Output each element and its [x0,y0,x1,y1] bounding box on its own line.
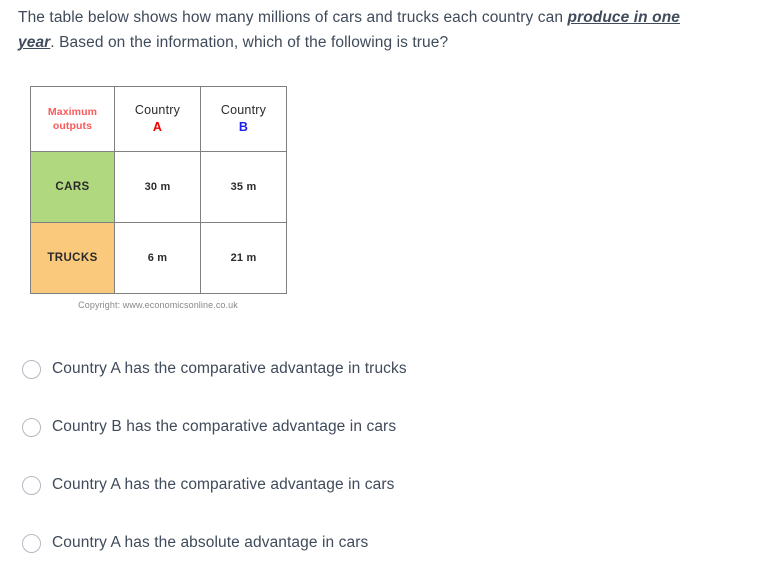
question-text-after: . Based on the information, which of the… [50,34,449,51]
column-header-country-a-letter: A [152,120,163,134]
maximum-outputs-table: Maximum outputs Country A Country B CARS… [30,86,287,294]
answer-option-4[interactable]: Country A has the absolute advantage in … [22,514,742,572]
cars-country-b-value: 35 m [200,151,287,223]
column-header-country-b: Country B [200,86,287,152]
table-row-cars: CARS 30 m 35 m [30,151,287,223]
answer-option-label-4[interactable]: Country A has the absolute advantage in … [52,533,368,553]
table-corner-label: Maximum outputs [30,86,115,152]
corner-label-line-2: outputs [52,120,93,132]
answer-option-3[interactable]: Country A has the comparative advantage … [22,456,742,514]
trucks-country-b-value: 21 m [200,222,287,294]
figure-copyright: Copyright: www.economicsonline.co.uk [78,300,238,310]
row-label-cars: CARS [30,151,115,223]
answer-option-1[interactable]: Country A has the comparative advantage … [22,340,742,398]
radio-button-icon-1[interactable] [22,359,41,379]
trucks-country-a-value: 6 m [114,222,201,294]
radio-button-icon-2[interactable] [22,417,41,437]
answer-option-2[interactable]: Country B has the comparative advantage … [22,398,742,456]
table-header-row: Maximum outputs Country A Country B [30,86,287,152]
question-stem: The table below shows how many millions … [18,5,718,55]
answer-option-label-2[interactable]: Country B has the comparative advantage … [52,417,396,437]
row-label-trucks: TRUCKS [30,222,115,294]
column-header-country-b-letter: B [238,120,249,134]
question-text-before: The table below shows how many millions … [18,9,568,26]
corner-label-line-1: Maximum [47,106,98,118]
column-header-country-a-name: Country [134,103,181,117]
column-header-country-a: Country A [114,86,201,152]
table-row-trucks: TRUCKS 6 m 21 m [30,222,287,294]
radio-button-icon-4[interactable] [22,533,41,553]
column-header-country-b-name: Country [220,103,267,117]
answer-options-list: Country A has the comparative advantage … [22,340,742,572]
cars-country-a-value: 30 m [114,151,201,223]
outputs-figure: Maximum outputs Country A Country B CARS… [30,86,287,310]
answer-option-label-3[interactable]: Country A has the comparative advantage … [52,475,394,495]
answer-option-label-1[interactable]: Country A has the comparative advantage … [52,359,407,379]
radio-button-icon-3[interactable] [22,475,41,495]
